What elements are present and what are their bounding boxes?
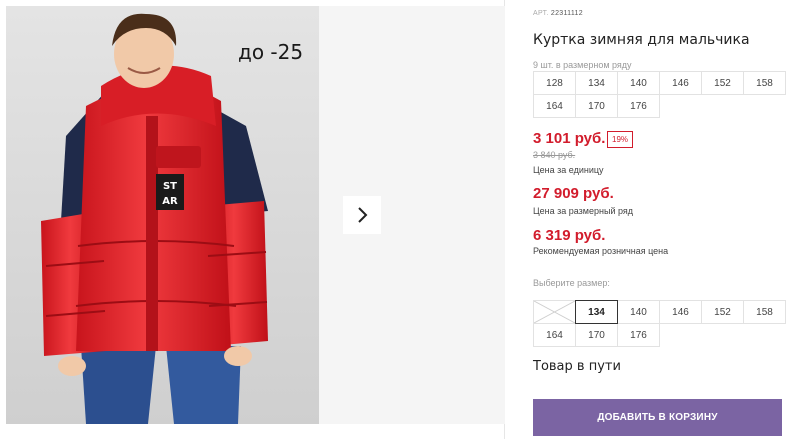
pack-size-cell: 140 [617, 71, 660, 95]
pack-size-cell: 128 [533, 71, 576, 95]
choose-size-grid: 128 134 140 146 152 158 164 170 176 [533, 300, 786, 347]
product-title: Куртка зимняя для мальчика [533, 32, 750, 48]
size-option[interactable]: 140 [617, 300, 660, 324]
size-option[interactable]: 164 [533, 323, 576, 347]
product-info: АРТ. 22311112 Куртка зимняя для мальчика… [533, 0, 800, 439]
size-option[interactable]: 146 [659, 300, 702, 324]
discount-percent-badge: 19% [607, 131, 634, 148]
pack-size-cell: 146 [659, 71, 702, 95]
row-price: 27 909 руб. [533, 185, 614, 202]
size-option[interactable]: 152 [701, 300, 744, 324]
row-price-label: Цена за размерный ряд [533, 206, 634, 216]
pack-size-cell: 152 [701, 71, 744, 95]
add-to-cart-button[interactable]: ДОБАВИТЬ В КОРЗИНУ [533, 399, 782, 436]
product-photo[interactable]: ST AR до -25 [6, 6, 319, 424]
old-price: 3 840 руб. [533, 150, 576, 160]
pack-size-cell: 158 [743, 71, 786, 95]
pack-size-cell: 170 [575, 94, 618, 118]
size-option[interactable]: 170 [575, 323, 618, 347]
svg-text:ST: ST [163, 181, 177, 192]
next-photo-button[interactable] [343, 196, 381, 234]
stock-status: Товар в пути [533, 359, 621, 374]
current-price: 3 101 руб. [533, 130, 606, 147]
product-illustration: ST AR [6, 6, 319, 424]
size-option[interactable]: 158 [743, 300, 786, 324]
article-number: АРТ. 22311112 [533, 10, 583, 17]
rrp-price: 6 319 руб. [533, 227, 606, 244]
size-option-selected[interactable]: 134 [575, 300, 618, 324]
unit-price-label: Цена за единицу [533, 165, 604, 175]
svg-text:AR: AR [162, 196, 178, 207]
product-gallery: ST AR до -25 [0, 0, 505, 439]
article-label: АРТ. [533, 10, 549, 17]
chevron-right-icon [358, 207, 368, 223]
pack-label: 9 шт. в размерном ряду [533, 60, 632, 70]
choose-size-label: Выберите размер: [533, 278, 610, 288]
pack-size-grid: 128 134 140 146 152 158 164 170 176 [533, 71, 786, 118]
discount-badge: до -25 [238, 40, 304, 64]
size-option-unavailable: 128 [533, 300, 576, 324]
unavailable-cross-icon [534, 301, 575, 323]
rrp-label: Рекомендуемая розничная цена [533, 246, 669, 256]
pack-size-cell: 164 [533, 94, 576, 118]
pack-size-cell: 176 [617, 94, 660, 118]
pack-size-cell: 134 [575, 71, 618, 95]
size-option[interactable]: 176 [617, 323, 660, 347]
article-value: 22311112 [550, 10, 583, 17]
